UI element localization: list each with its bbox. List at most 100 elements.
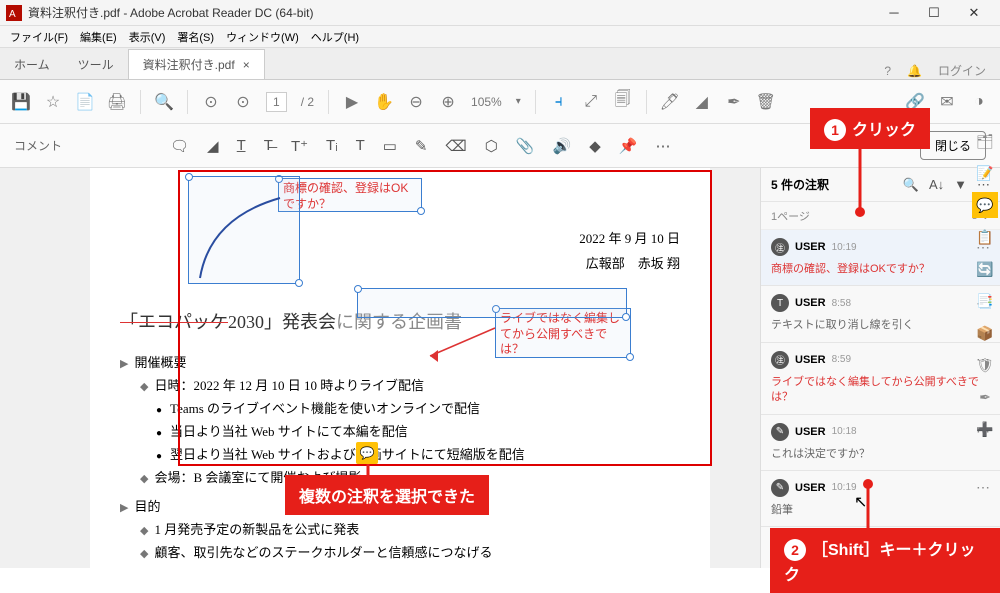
account-icon[interactable]: ◑ [970, 93, 988, 111]
fit-page-icon[interactable]: ⤢ [582, 93, 600, 111]
comment-user: USER [795, 354, 826, 366]
help-icon[interactable]: ? [884, 64, 891, 78]
comment-item[interactable]: ㊟USER10:19⋯商標の確認、登録はOKですか？ [761, 230, 1000, 286]
comment-body: これは決定ですか？ [771, 447, 990, 462]
app-icon: A [6, 5, 22, 21]
comment-menu-icon[interactable]: ⋯ [976, 479, 990, 496]
textbox-tool-icon[interactable]: T [356, 137, 365, 155]
comment-count: 5 件の注釈 [771, 176, 893, 193]
underline-tool-icon[interactable]: T̲ [237, 137, 246, 155]
pointer-icon[interactable]: ▶ [343, 93, 361, 111]
rail-edit-icon[interactable]: 📝 [972, 160, 998, 186]
menu-window[interactable]: ウィンドウ(W) [222, 27, 303, 47]
read-icon[interactable]: 🗐 [614, 93, 632, 111]
save-icon[interactable]: 💾 [12, 93, 30, 111]
comment-user: USER [795, 482, 826, 494]
rail-sign-icon[interactable]: ✒ [972, 384, 998, 410]
tutorial-callout-2: 2［Shift］キー＋クリック [770, 528, 1000, 593]
comment-item[interactable]: ✎USER10:19⋯鉛筆 [761, 471, 1000, 527]
search-icon[interactable]: 🔍 [903, 177, 919, 193]
login-link[interactable]: ログイン [938, 62, 986, 79]
comment-type-icon: ㊟ [771, 351, 789, 369]
comment-type-icon: ✎ [771, 479, 789, 497]
rail-organize-icon[interactable]: 📑 [972, 288, 998, 314]
comment-user: USER [795, 297, 826, 309]
star-icon[interactable]: ☆ [44, 93, 62, 111]
rail-fill-icon[interactable]: 📋 [972, 224, 998, 250]
comment-time: 8:59 [832, 354, 851, 365]
tutorial-callout-1: 1クリック [810, 108, 930, 149]
note-tool-icon[interactable]: 🗨 [170, 137, 189, 155]
menu-view[interactable]: 表示(V) [125, 27, 170, 47]
comment-label: コメント [0, 137, 90, 154]
maximize-button[interactable]: ☐ [914, 0, 954, 26]
next-page-icon[interactable]: ⊙ [234, 93, 252, 111]
rail-redact-icon[interactable]: 🛡 [972, 352, 998, 378]
file-icon[interactable]: 📄 [76, 93, 94, 111]
more-tool-icon[interactable]: ⋯ [655, 137, 670, 155]
tab-tool[interactable]: ツール [64, 50, 128, 79]
zoom-level[interactable]: 105% [471, 95, 502, 109]
comment-time: 10:19 [832, 482, 857, 493]
hand-icon[interactable]: ✋ [375, 93, 393, 111]
rail-comment-icon[interactable]: 💬 [972, 192, 998, 218]
minimize-button[interactable]: ─ [874, 0, 914, 26]
prev-page-icon[interactable]: ⊙ [202, 93, 220, 111]
comment-item[interactable]: ㊟USER8:59⋯ライブではなく編集してから公開すべきでは？ [761, 343, 1000, 415]
tab-file[interactable]: 資料注釈付き.pdf × [128, 49, 265, 79]
list-item: 顧客、取引先などのステークホルダーと信頼感につなげる [140, 542, 680, 561]
annotation-target[interactable] [357, 288, 627, 318]
stamp-tool-icon[interactable]: ⬡ [485, 137, 498, 155]
comment-time: 8:58 [832, 298, 851, 309]
highlight-tool-icon[interactable]: ◢ [207, 137, 219, 155]
tab-home[interactable]: ホーム [0, 50, 64, 79]
comment-body: 商標の確認、登録はOKですか？ [771, 262, 990, 277]
shape-tool-icon[interactable]: ◆ [589, 137, 601, 155]
delete-icon[interactable]: 🗑 [757, 93, 775, 111]
textcomment-tool-icon[interactable]: ▭ [383, 137, 397, 155]
zoom-in-icon[interactable]: ⊕ [439, 93, 457, 111]
replace-text-icon[interactable]: T⁺ [291, 137, 308, 155]
zoom-out-icon[interactable]: ⊖ [407, 93, 425, 111]
menu-file[interactable]: ファイル(F) [6, 27, 72, 47]
bell-icon[interactable]: 🔔 [907, 64, 922, 78]
comment-user: USER [795, 426, 826, 438]
menu-edit[interactable]: 編集(E) [76, 27, 121, 47]
tab-close-icon[interactable]: × [243, 58, 250, 72]
audio-tool-icon[interactable]: 🔊 [553, 137, 572, 155]
fit-width-icon[interactable]: ⫞ [550, 93, 568, 111]
menubar: ファイル(F) 編集(E) 表示(V) 署名(S) ウィンドウ(W) ヘルプ(H… [0, 26, 1000, 48]
pin-tool-icon[interactable]: 📌 [619, 137, 638, 155]
mail-icon[interactable]: ✉ [938, 93, 956, 111]
highlight-icon[interactable]: ◢ [693, 93, 711, 111]
strikethrough-tool-icon[interactable]: T̶ [264, 137, 273, 155]
rail-compress-icon[interactable]: 📦 [972, 320, 998, 346]
comment-item[interactable]: TUSER8:58⋯テキストに取り消し線を引く [761, 286, 1000, 342]
filter-icon[interactable]: ▼ [954, 177, 967, 192]
right-tool-rail: 🗂 📝 💬 📋 🔄 📑 📦 🛡 ✒ ➕ [972, 128, 1000, 442]
search-icon[interactable]: 🔍 [155, 93, 173, 111]
erase-tool-icon[interactable]: ⌫ [446, 137, 467, 155]
page-label: 1ページ [771, 208, 810, 224]
sticky-note-icon[interactable]: 💬 [356, 442, 378, 464]
comment-body: テキストに取り消し線を引く [771, 318, 990, 333]
insert-text-icon[interactable]: Tᵢ [326, 137, 338, 155]
comment-item[interactable]: ✎USER10:18⋯これは決定ですか？ [761, 415, 1000, 471]
attach-tool-icon[interactable]: 📎 [516, 137, 535, 155]
annotation-target[interactable] [188, 176, 300, 284]
sort-icon[interactable]: A↓ [929, 177, 944, 192]
signature-icon[interactable]: ✒ [725, 93, 743, 111]
comment-tools: 🗨 ◢ T̲ T̶ T⁺ Tᵢ T ▭ ✎ ⌫ ⬡ 📎 🔊 ◆ 📌 ⋯ [170, 137, 670, 155]
rail-export-icon[interactable]: 🔄 [972, 256, 998, 282]
comment-body: ライブではなく編集してから公開すべきでは？ [771, 375, 990, 406]
redact-icon[interactable]: 🖊 [661, 93, 679, 111]
page-current[interactable]: 1 [266, 92, 287, 112]
close-button[interactable]: ✕ [954, 0, 994, 26]
rail-more-icon[interactable]: ➕ [972, 416, 998, 442]
comment-type-icon: ㊟ [771, 238, 789, 256]
rail-create-icon[interactable]: 🗂 [972, 128, 998, 154]
draw-tool-icon[interactable]: ✎ [415, 137, 428, 155]
print-icon[interactable]: 🖨 [108, 93, 126, 111]
menu-help[interactable]: ヘルプ(H) [307, 27, 363, 47]
menu-sign[interactable]: 署名(S) [173, 27, 218, 47]
